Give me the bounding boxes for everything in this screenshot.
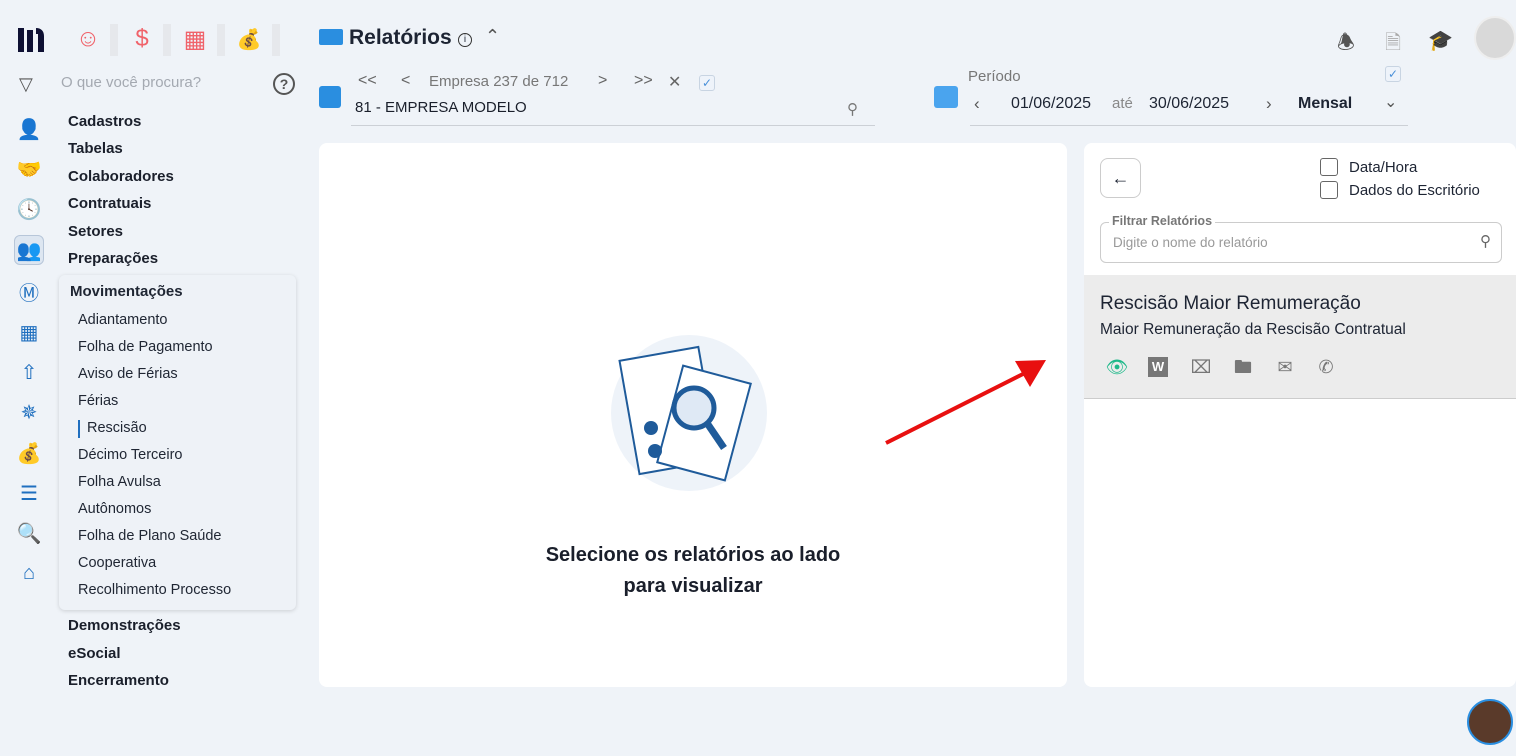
date-time-checkbox[interactable] [1320,158,1338,176]
empty-state-message: Selecione os relatórios ao lado para visu… [545,544,841,597]
next-period-button[interactable]: › [1266,94,1272,114]
prev-period-button[interactable]: ‹ [974,94,980,114]
company-counter: Empresa 237 de 712 [429,73,569,90]
page-title: Relatórios [349,26,452,49]
period-label: Período [968,68,1021,85]
sub-decimo-terceiro[interactable]: Décimo Terceiro [78,447,183,463]
money-bag-icon[interactable]: 💰 [229,22,269,56]
home-icon[interactable]: ⌂ [14,558,44,588]
menu-colaboradores[interactable]: Colaboradores [68,168,174,185]
next-company-button[interactable]: > [598,72,607,90]
eye-icon[interactable]: 👁 [1105,355,1129,379]
calendar-icon [934,86,958,108]
folder-icon[interactable]: 🖿 [1231,355,1255,379]
search-icon[interactable]: ⚲ [847,100,858,118]
office-data-checkbox[interactable] [1320,181,1338,199]
clock-icon[interactable]: 🕓 [14,194,44,224]
first-company-button[interactable]: << [358,72,377,90]
monitor-icon [319,29,343,45]
date-time-label: Data/Hora [1349,159,1418,176]
excel-icon[interactable]: ⌧ [1189,355,1213,379]
menu-cadastros[interactable]: Cadastros [68,113,141,130]
menu-movimentacoes[interactable]: Movimentações [70,283,183,300]
filter-icon[interactable]: ▽ [19,74,33,95]
document-search-icon[interactable]: 🗎 [1385,28,1401,62]
filter-reports-input[interactable]: Filtrar Relatórios Digite o nome do rela… [1100,214,1502,263]
menu-setores[interactable]: Setores [68,223,123,240]
sub-recolhimento[interactable]: Recolhimento Processo [78,582,231,598]
sub-folha-pagamento[interactable]: Folha de Pagamento [78,339,213,355]
office-data-label: Dados do Escritório [1349,182,1480,199]
menu-demonstracoes[interactable]: Demonstrações [68,617,181,634]
period-until: até [1112,95,1133,112]
money-bag-icon[interactable]: 💰 [14,438,44,468]
assistant-avatar[interactable] [1467,699,1513,745]
menu-tabelas[interactable]: Tabelas [68,140,123,157]
network-icon[interactable]: ✵ [14,397,44,427]
menu-contratuais[interactable]: Contratuais [68,195,151,212]
period-end[interactable]: 30/06/2025 [1149,95,1229,113]
menu-search-input[interactable]: O que você procura? [61,74,201,91]
menu-encerramento[interactable]: Encerramento [68,672,169,689]
report-title: Rescisão Maior Remumeração [1100,293,1361,314]
calculator-icon[interactable]: ▦ [175,22,215,56]
clear-company-button[interactable]: ✕ [668,72,681,92]
bell-icon[interactable]: 🕭 [1337,28,1355,62]
sub-rescisao[interactable]: Rescisão [87,420,147,436]
reports-panel: ← Data/Hora Dados do Escritório Filtrar … [1084,143,1516,687]
report-item[interactable]: Rescisão Maior Remumeração Maior Remuner… [1084,275,1516,399]
sub-ferias[interactable]: Férias [78,393,118,409]
sub-cooperativa[interactable]: Cooperativa [78,555,156,571]
menu-esocial[interactable]: eSocial [68,645,121,662]
last-company-button[interactable]: >> [634,72,653,90]
filter-placeholder: Digite o nome do relatório [1113,235,1268,250]
report-illustration [611,335,767,491]
dollar-icon[interactable]: $ [122,22,162,56]
word-icon[interactable]: W [1148,357,1168,377]
sub-adiantamento[interactable]: Adiantamento [78,312,167,328]
user-settings-icon[interactable]: 👤 [14,114,44,144]
chevron-down-icon[interactable]: ⌄ [1384,92,1397,112]
company-checkbox[interactable]: ✓ [699,75,715,91]
layers-icon[interactable]: ☰ [14,478,44,508]
whatsapp-icon[interactable]: ✆ [1314,355,1338,379]
email-icon[interactable]: ✉ [1273,355,1297,379]
red-arrow-annotation [885,360,1046,445]
app-logo [18,28,44,52]
user-avatar[interactable] [1474,16,1516,60]
collapse-chevron-icon[interactable]: ⌃ [485,26,500,47]
info-icon[interactable]: i [458,33,472,47]
sub-autonomos[interactable]: Autônomos [78,501,151,517]
period-start[interactable]: 01/06/2025 [1011,95,1091,113]
users-icon[interactable]: 👥 [14,235,44,265]
building-icon [319,86,341,108]
dollar-circle-icon[interactable]: Ⓜ [14,276,44,306]
back-button[interactable]: ← [1100,158,1141,198]
sub-aviso-ferias[interactable]: Aviso de Férias [78,366,178,382]
prev-company-button[interactable]: < [401,72,410,90]
search-icon[interactable]: ⚲ [1480,232,1491,250]
search-icon[interactable]: 🔍 [14,518,44,548]
calculator-icon[interactable]: ▦ [14,317,44,347]
sub-folha-avulsa[interactable]: Folha Avulsa [78,474,161,490]
sub-plano-saude[interactable]: Folha de Plano Saúde [78,528,222,544]
arrow-up-icon[interactable]: ⇧ [14,357,44,387]
people-icon[interactable]: ☺ [68,22,108,56]
handshake-icon[interactable]: 🤝 [14,154,44,184]
period-checkbox[interactable]: ✓ [1385,66,1401,82]
filter-label: Filtrar Relatórios [1109,214,1216,228]
menu-preparacoes[interactable]: Preparações [68,250,158,267]
report-subtitle: Maior Remuneração da Rescisão Contratual [1100,321,1406,338]
help-icon[interactable]: ? [273,73,295,95]
graduation-cap-icon[interactable]: 🎓 [1428,28,1453,53]
period-mode-select[interactable]: Mensal [1298,95,1352,113]
submenu-movimentacoes: Movimentações Adiantamento Folha de Paga… [59,275,296,610]
company-input[interactable]: 81 - EMPRESA MODELO [355,99,527,116]
